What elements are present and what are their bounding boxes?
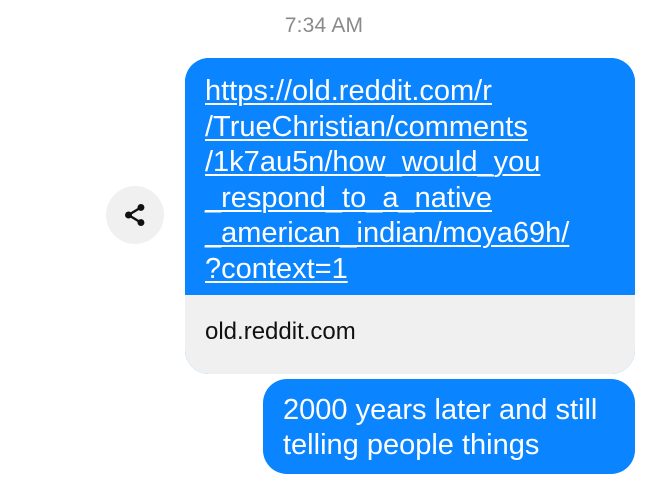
share-icon [122, 202, 148, 228]
link-url[interactable]: https://old.reddit.com/r /TrueChristian/… [185, 58, 635, 295]
text-message-bubble[interactable]: 2000 years later and still telling peopl… [263, 379, 635, 474]
chat-screen: 7:34 AM https://old.reddit.com/r /TrueCh… [0, 0, 648, 493]
link-preview-domain: old.reddit.com [205, 318, 356, 345]
link-url-line[interactable]: /TrueChristian/comments [205, 110, 617, 146]
link-message-bubble[interactable]: https://old.reddit.com/r /TrueChristian/… [185, 58, 635, 374]
message-text-line: telling people things [283, 429, 540, 461]
message-timestamp: 7:34 AM [284, 14, 364, 37]
link-preview-card[interactable]: old.reddit.com [185, 295, 635, 374]
link-url-line[interactable]: /1k7au5n/how_would_you [205, 145, 617, 181]
message-text-line: 2000 years later and still [283, 394, 598, 426]
link-url-line[interactable]: ?context=1 [205, 252, 617, 288]
share-button[interactable] [106, 186, 164, 244]
link-url-line[interactable]: _american_indian/moya69h/ [205, 216, 617, 252]
link-url-line[interactable]: _respond_to_a_native [205, 181, 617, 217]
link-url-line[interactable]: https://old.reddit.com/r [205, 74, 617, 110]
